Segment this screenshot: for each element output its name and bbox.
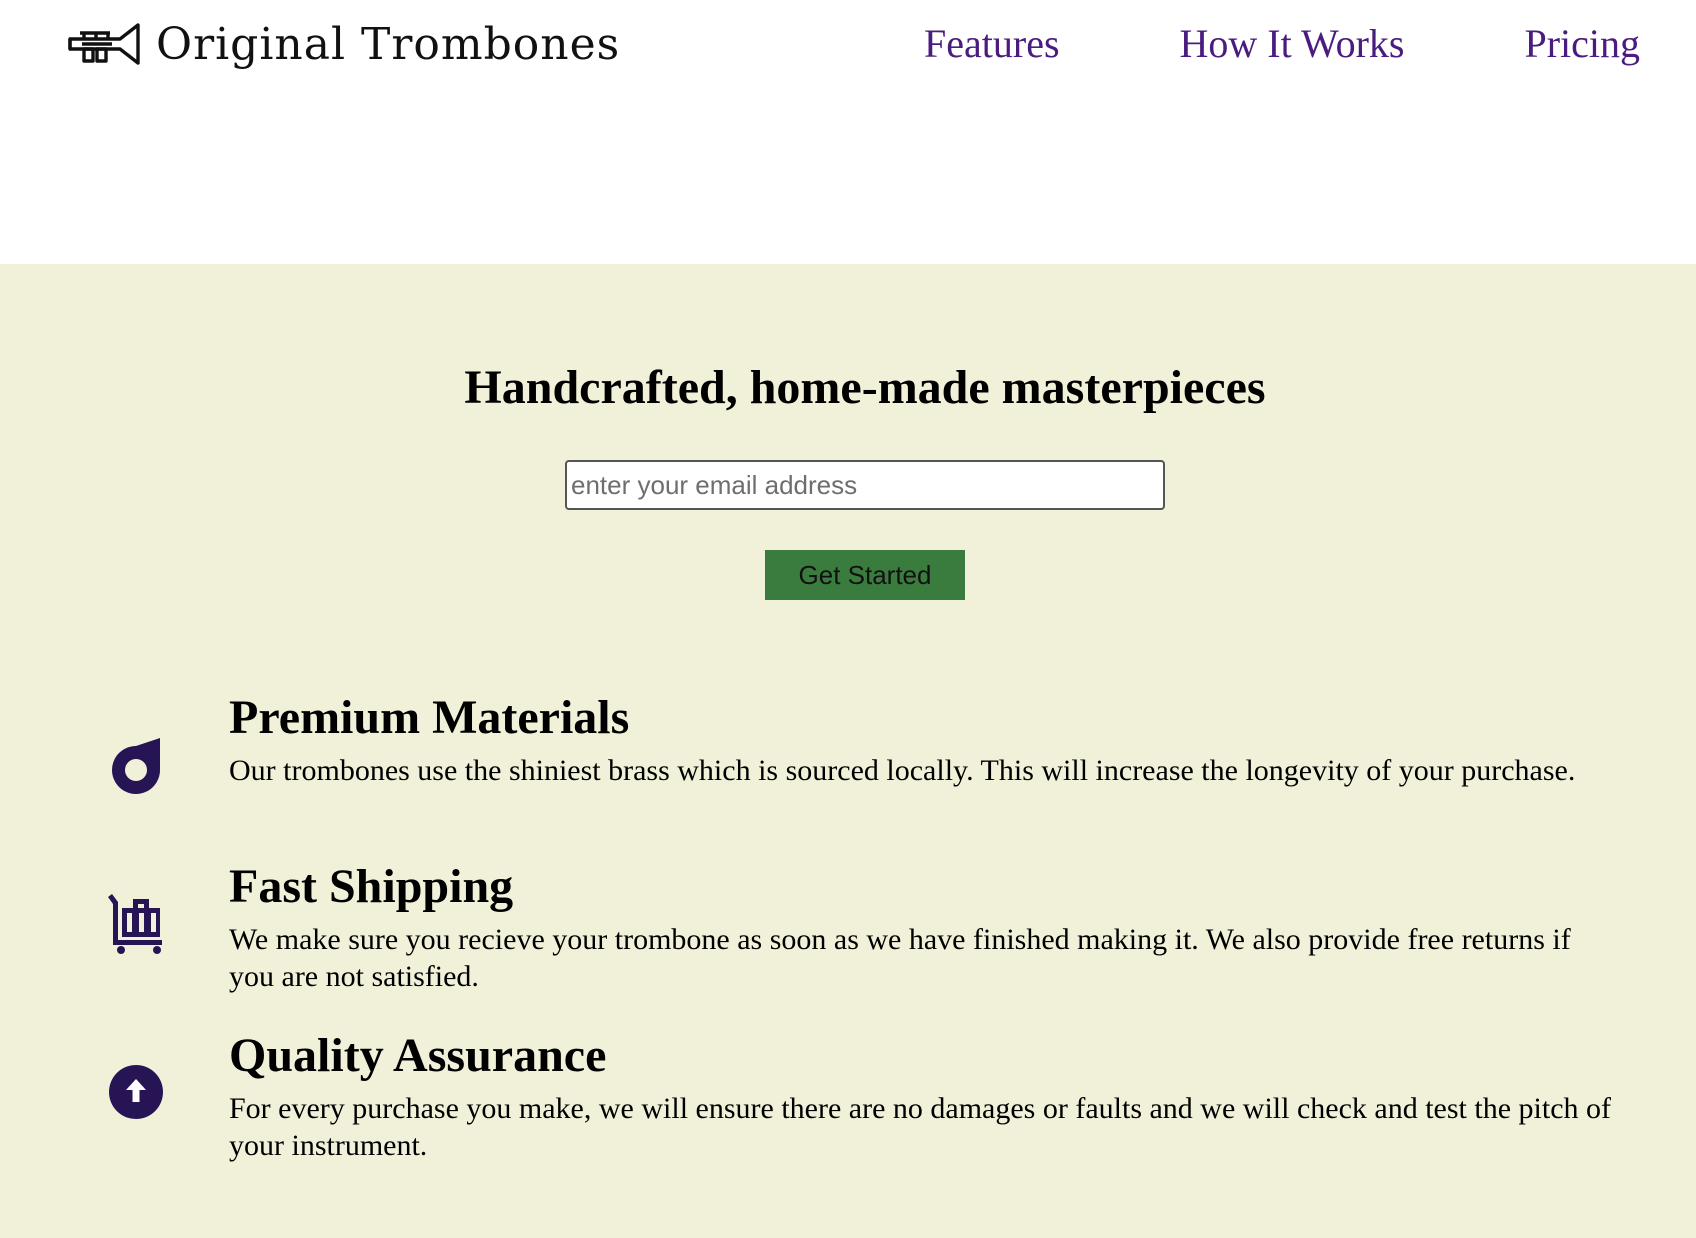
trombone-logo-icon [68,23,140,65]
main-nav: Features How It Works Pricing [924,18,1640,70]
feature-title: Quality Assurance [229,1029,607,1082]
brand-logo[interactable]: Original Trombones [68,14,620,74]
get-started-button[interactable]: Get Started [765,550,965,600]
feature-title: Fast Shipping [229,860,514,913]
arrow-circle-up-icon [109,1065,163,1119]
feature-premium-materials: Premium Materials Our trombones use the … [0,690,1696,840]
nav-link-how-it-works[interactable]: How It Works [1180,18,1405,70]
feature-description: For every purchase you make, we will ens… [229,1092,1612,1162]
drop-icon [112,738,160,794]
brand-name: Original Trombones [156,18,621,70]
feature-quality-assurance: Quality Assurance For every purchase you… [0,1028,1696,1178]
feature-description: Our trombones use the shiniest brass whi… [229,754,1576,787]
site-header: Original Trombones Features How It Works… [0,0,1696,264]
feature-description: We make sure you recieve your trombone a… [229,923,1571,993]
email-input[interactable] [565,460,1165,510]
hero-title: Handcrafted, home-made masterpieces [464,361,1266,414]
feature-fast-shipping: Fast Shipping We make sure you recieve y… [0,859,1696,1009]
feature-title: Premium Materials [229,691,630,744]
nav-link-pricing[interactable]: Pricing [1524,18,1640,70]
luggage-cart-icon [108,894,162,954]
hero-section: Handcrafted, home-made masterpieces Get … [0,264,1696,654]
nav-link-features[interactable]: Features [924,18,1060,70]
